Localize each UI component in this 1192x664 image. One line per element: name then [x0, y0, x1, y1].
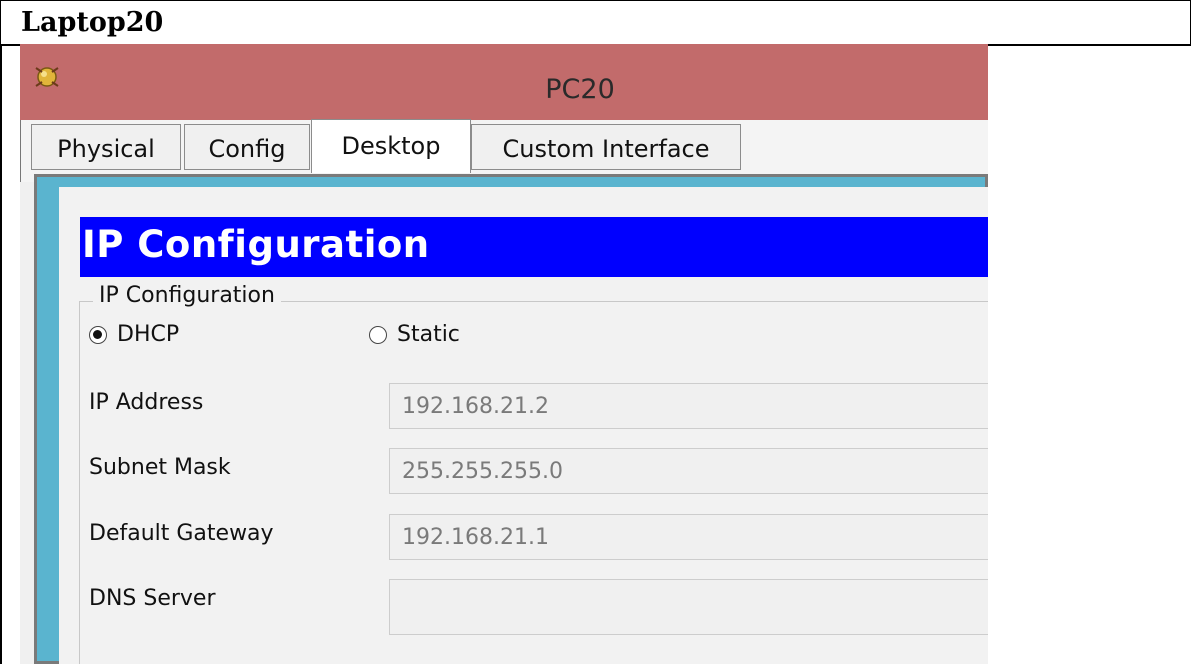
device-name-label: Laptop20 — [21, 7, 164, 38]
subnet-mask-label: Subnet Mask — [89, 455, 231, 480]
dns-server-field[interactable] — [389, 579, 988, 635]
group-legend: IP Configuration — [93, 283, 281, 308]
title-bar[interactable]: PC20 — [20, 44, 988, 120]
radio-unselected-icon — [369, 325, 387, 344]
ip-config-window: IP Configuration IP Configuration DHCP S… — [59, 187, 988, 664]
tab-config[interactable]: Config — [184, 124, 310, 170]
ip-config-heading: IP Configuration — [82, 223, 430, 266]
dns-server-label: DNS Server — [89, 586, 216, 611]
desktop-panel: IP Configuration IP Configuration DHCP S… — [34, 174, 988, 664]
document-label-cell: Laptop20 — [0, 0, 1191, 46]
dhcp-label: DHCP — [117, 322, 180, 347]
default-gateway-label: Default Gateway — [89, 521, 274, 546]
dhcp-radio[interactable]: DHCP — [89, 322, 179, 347]
tab-desktop[interactable]: Desktop — [311, 119, 471, 173]
ip-address-field[interactable]: 192.168.21.2 — [389, 383, 988, 429]
tab-custom-interface[interactable]: Custom Interface — [471, 124, 741, 170]
tab-bar: Physical Config Desktop Custom Interface — [20, 119, 988, 182]
table-border-left — [0, 44, 2, 664]
window-title: PC20 — [545, 74, 615, 105]
subnet-mask-field[interactable]: 255.255.255.0 — [389, 448, 988, 494]
tab-physical[interactable]: Physical — [31, 124, 181, 170]
default-gateway-field[interactable]: 192.168.21.1 — [389, 514, 988, 560]
device-window: PC20 Physical Config Desktop Custom Inte… — [20, 44, 988, 664]
ip-address-label: IP Address — [89, 390, 204, 415]
radio-selected-icon — [89, 325, 107, 344]
static-radio[interactable]: Static — [369, 322, 460, 347]
ip-config-banner: IP Configuration — [80, 217, 988, 277]
app-icon — [35, 67, 59, 87]
static-label: Static — [397, 322, 460, 347]
